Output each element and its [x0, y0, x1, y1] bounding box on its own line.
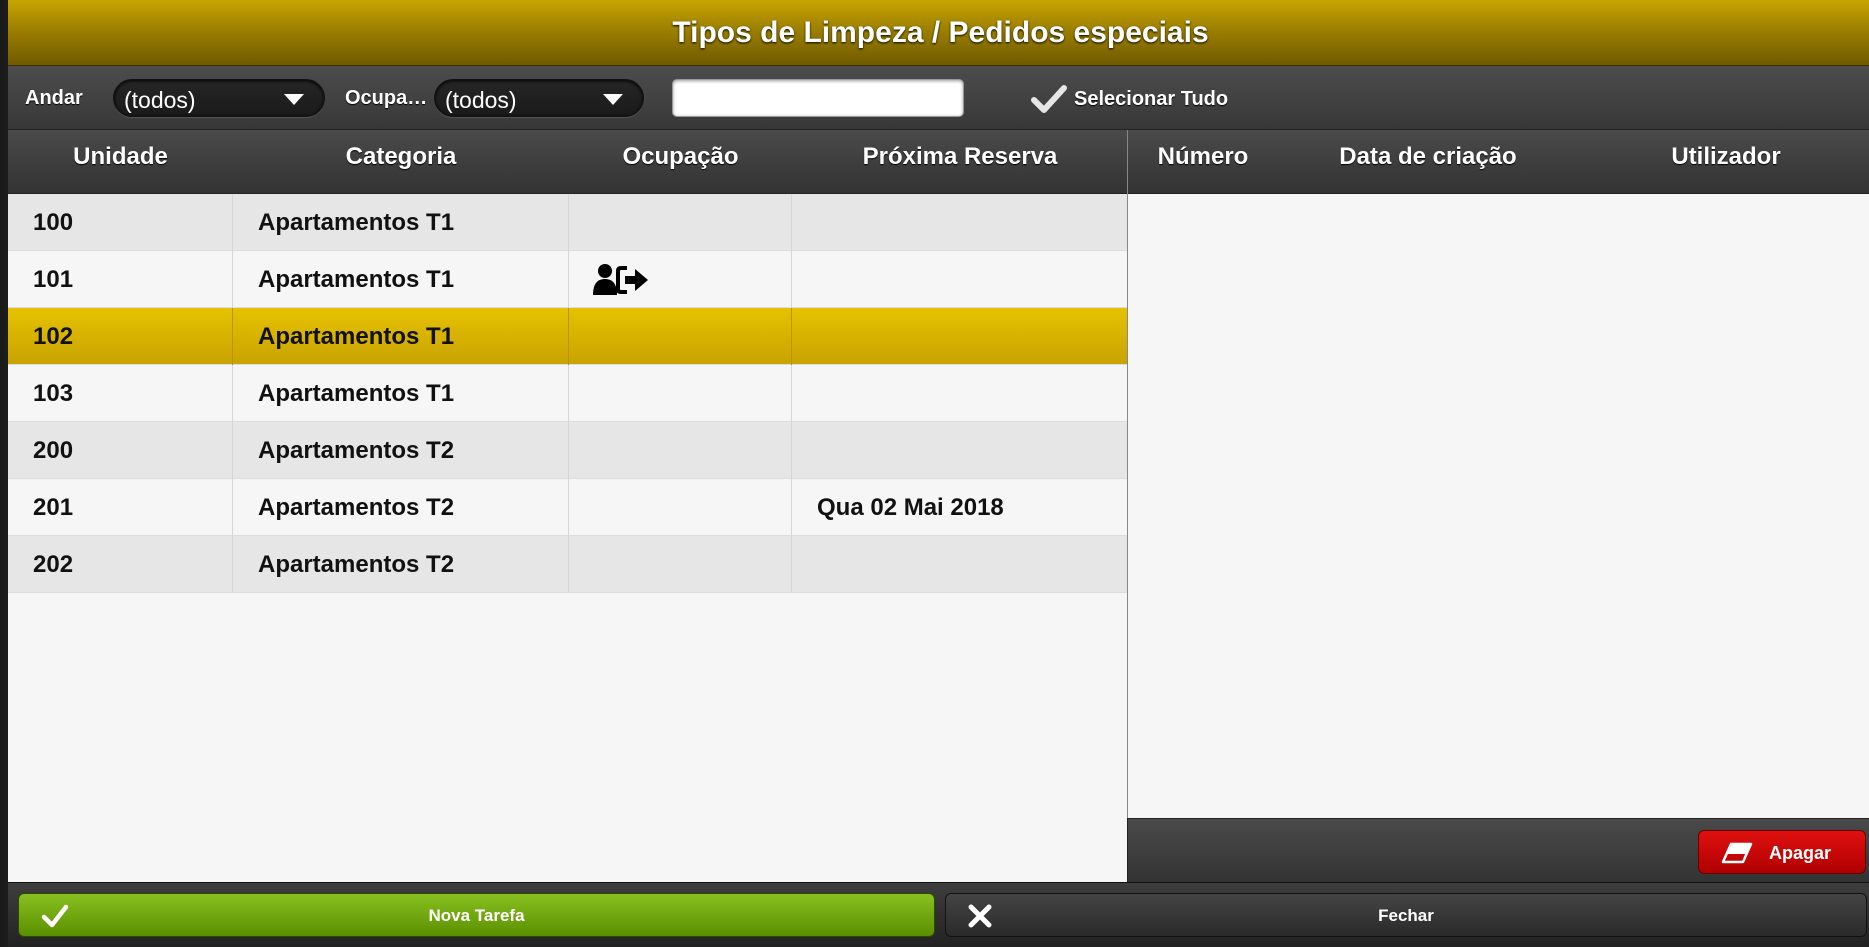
cell-ocupacao [569, 251, 792, 308]
select-all-label[interactable]: Selecionar Tudo [1074, 88, 1228, 111]
cell-ocupacao [569, 479, 792, 536]
cell-proxima-reserva [792, 365, 1128, 422]
eraser-icon [1721, 842, 1753, 864]
bottom-bar: Nova Tarefa Fechar [8, 882, 1869, 947]
search-input[interactable] [672, 79, 964, 117]
column-header-data-criacao[interactable]: Data de criação [1278, 130, 1578, 194]
table-row[interactable]: 100 Apartamentos T1 [8, 194, 1128, 251]
delete-button[interactable]: Apagar [1698, 830, 1866, 874]
column-header-categoria[interactable]: Categoria [233, 130, 569, 194]
cell-proxima-reserva [792, 422, 1128, 479]
cell-proxima-reserva [792, 251, 1128, 308]
cell-proxima-reserva [792, 536, 1128, 593]
table-row[interactable]: 202 Apartamentos T2 [8, 536, 1128, 593]
requests-grid-header: Número Data de criação Utilizador [1128, 130, 1869, 194]
check-icon[interactable] [1031, 84, 1067, 114]
cell-unidade: 102 [8, 308, 233, 365]
cell-ocupacao [569, 365, 792, 422]
ocupacao-select-value: (todos) [445, 87, 517, 113]
ocupacao-label: Ocupa… [345, 87, 428, 109]
cell-proxima-reserva [792, 308, 1128, 365]
window-title: Tipos de Limpeza / Pedidos especiais [672, 15, 1209, 49]
cell-proxima-reserva [792, 194, 1128, 251]
ocupacao-select[interactable]: (todos) [434, 79, 644, 117]
chevron-down-icon [284, 94, 304, 105]
cell-proxima-reserva: Qua 02 Mai 2018 [817, 494, 1004, 521]
andar-select[interactable]: (todos) [113, 79, 325, 117]
units-grid-header: Unidade Categoria Ocupação Próxima Reser… [8, 130, 1128, 194]
cell-categoria: Apartamentos T1 [233, 365, 569, 422]
requests-toolbar: Apagar [1127, 818, 1869, 882]
column-header-ocupacao[interactable]: Ocupação [569, 130, 792, 194]
cell-categoria: Apartamentos T1 [233, 308, 569, 365]
delete-button-label: Apagar [1769, 843, 1832, 863]
new-task-label: Nova Tarefa [428, 906, 525, 925]
cell-ocupacao [569, 308, 792, 365]
cell-unidade: 100 [8, 194, 233, 251]
cell-unidade: 200 [8, 422, 233, 479]
cell-categoria: Apartamentos T2 [233, 536, 569, 593]
table-row[interactable]: 201 Apartamentos T2 Qua 02 Mai 2018 [8, 479, 1128, 536]
units-grid: Unidade Categoria Ocupação Próxima Reser… [8, 130, 1128, 882]
title-bar: Tipos de Limpeza / Pedidos especiais [8, 0, 1869, 66]
andar-select-value: (todos) [124, 87, 196, 113]
table-row[interactable]: 103 Apartamentos T1 [8, 365, 1128, 422]
cell-ocupacao [569, 536, 792, 593]
cell-categoria: Apartamentos T2 [233, 479, 569, 536]
table-row[interactable]: 200 Apartamentos T2 [8, 422, 1128, 479]
andar-label: Andar [25, 87, 83, 109]
new-task-button[interactable]: Nova Tarefa [18, 893, 935, 937]
cell-unidade: 201 [8, 479, 233, 536]
close-button[interactable]: Fechar [945, 893, 1867, 937]
cell-categoria: Apartamentos T1 [233, 194, 569, 251]
column-header-numero[interactable]: Número [1128, 130, 1278, 194]
chevron-down-icon [603, 94, 623, 105]
column-header-unidade[interactable]: Unidade [8, 130, 233, 194]
cell-ocupacao [569, 422, 792, 479]
table-row-selected[interactable]: 102 Apartamentos T1 [8, 308, 1128, 365]
cell-unidade: 202 [8, 536, 233, 593]
table-row[interactable]: 101 Apartamentos T1 [8, 251, 1128, 308]
requests-grid: Número Data de criação Utilizador [1127, 130, 1869, 818]
cell-categoria: Apartamentos T1 [233, 251, 569, 308]
column-header-utilizador[interactable]: Utilizador [1578, 130, 1869, 194]
close-label: Fechar [1378, 906, 1434, 925]
cell-categoria: Apartamentos T2 [233, 422, 569, 479]
cell-ocupacao [569, 194, 792, 251]
column-header-proxima-reserva[interactable]: Próxima Reserva [792, 130, 1128, 194]
app-window: Tipos de Limpeza / Pedidos especiais And… [0, 0, 1869, 947]
checkout-icon [593, 264, 648, 295]
cell-unidade: 103 [8, 365, 233, 422]
cell-unidade: 101 [8, 251, 233, 308]
filter-bar: Andar (todos) Ocupa… (todos) Selecionar … [8, 66, 1869, 130]
